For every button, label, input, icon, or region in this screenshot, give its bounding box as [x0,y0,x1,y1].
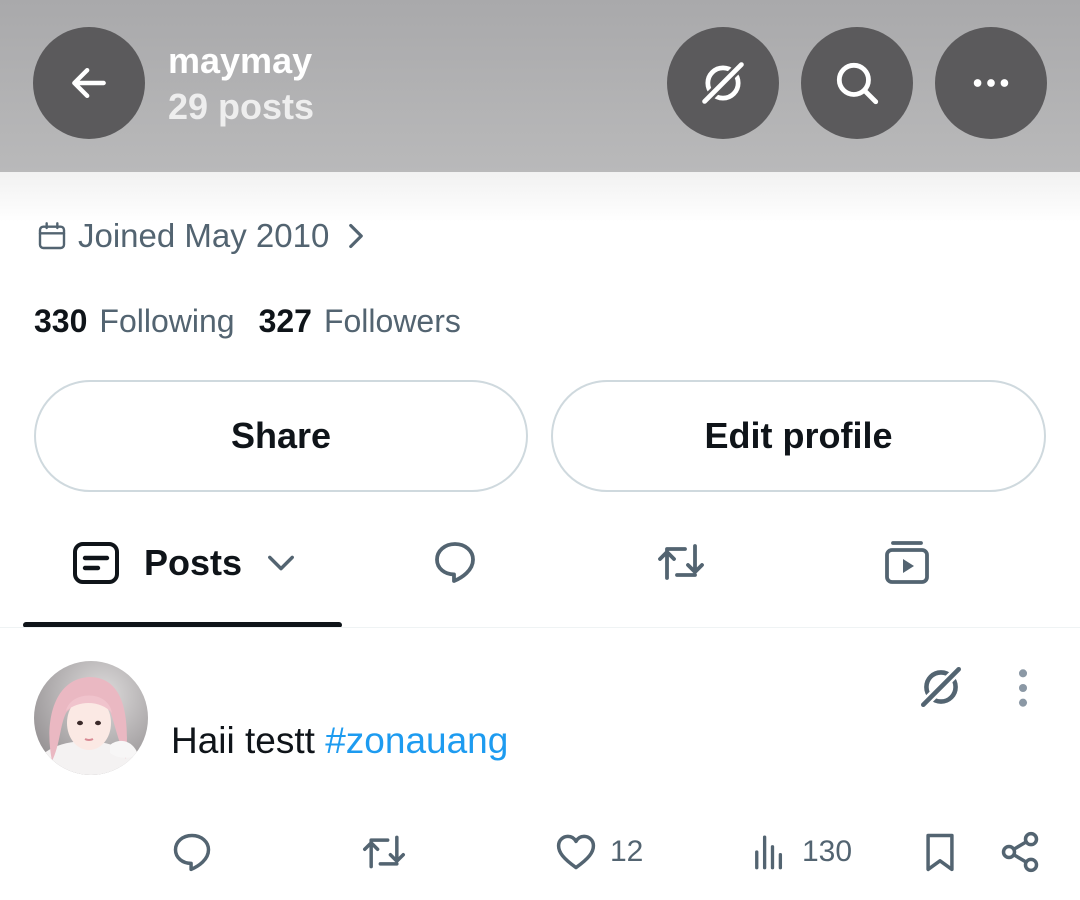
posts-icon [73,542,119,584]
views-button[interactable]: 130 [748,826,852,878]
media-icon [885,541,929,584]
profile-tabs: Posts [0,520,1080,628]
post-actions: 12 130 [0,826,1080,878]
grok-icon [700,60,746,106]
share-post-button[interactable] [998,826,1042,878]
tabs-divider [0,627,1080,628]
tab-posts[interactable]: Posts [72,538,296,588]
following-count[interactable]: 330 [34,303,87,340]
header-post-count: 29 posts [168,86,315,127]
heart-icon [556,834,596,870]
post-text: Haii testt #zonauang [171,720,508,762]
reposts-icon [658,544,704,580]
post-body: Haii testt [171,720,326,761]
profile-header [0,0,1080,172]
header-username: maymay [168,40,313,81]
share-icon [1001,831,1039,873]
reply-icon [173,833,211,872]
like-count: 12 [610,835,644,868]
post-more-button[interactable] [1008,666,1038,715]
replies-icon [435,542,475,583]
joined-date-row[interactable]: Joined May 2010 [36,214,377,258]
reply-button[interactable] [170,826,214,878]
search-icon [836,62,879,105]
followers-label[interactable]: Followers [324,303,461,340]
tab-media[interactable] [882,538,932,591]
joined-date-text: Joined May 2010 [78,217,330,254]
like-button[interactable]: 12 [554,826,643,878]
bookmark-icon [926,833,954,872]
edit-profile-button[interactable]: Edit profile [551,380,1046,492]
repost-button[interactable] [360,826,408,878]
view-count: 130 [802,835,853,868]
following-label[interactable]: Following [99,303,234,340]
bookmark-button[interactable] [918,826,962,878]
tab-posts-label: Posts [144,542,243,583]
grok-icon [918,664,964,710]
grok-button[interactable] [667,27,779,139]
chevron-down-icon[interactable] [266,553,296,573]
tab-reposts[interactable] [654,538,708,591]
post-grok-button[interactable] [916,662,966,717]
followers-count[interactable]: 327 [259,303,312,340]
share-button[interactable]: Share [34,380,528,492]
chevron-right-icon [349,223,364,249]
views-icon [755,835,783,870]
back-button[interactable] [33,27,145,139]
calendar-icon [38,222,66,250]
search-button[interactable] [801,27,913,139]
more-button[interactable] [935,27,1047,139]
avatar[interactable] [34,661,148,775]
post-hashtag[interactable]: #zonauang [325,720,508,761]
back-arrow-icon [72,67,106,99]
follow-stats: 330 Following 327 Followers [34,303,461,340]
more-icon [973,79,1009,87]
tab-replies[interactable] [430,538,480,591]
vertical-more-icon [1018,669,1028,707]
repost-icon [363,835,405,869]
